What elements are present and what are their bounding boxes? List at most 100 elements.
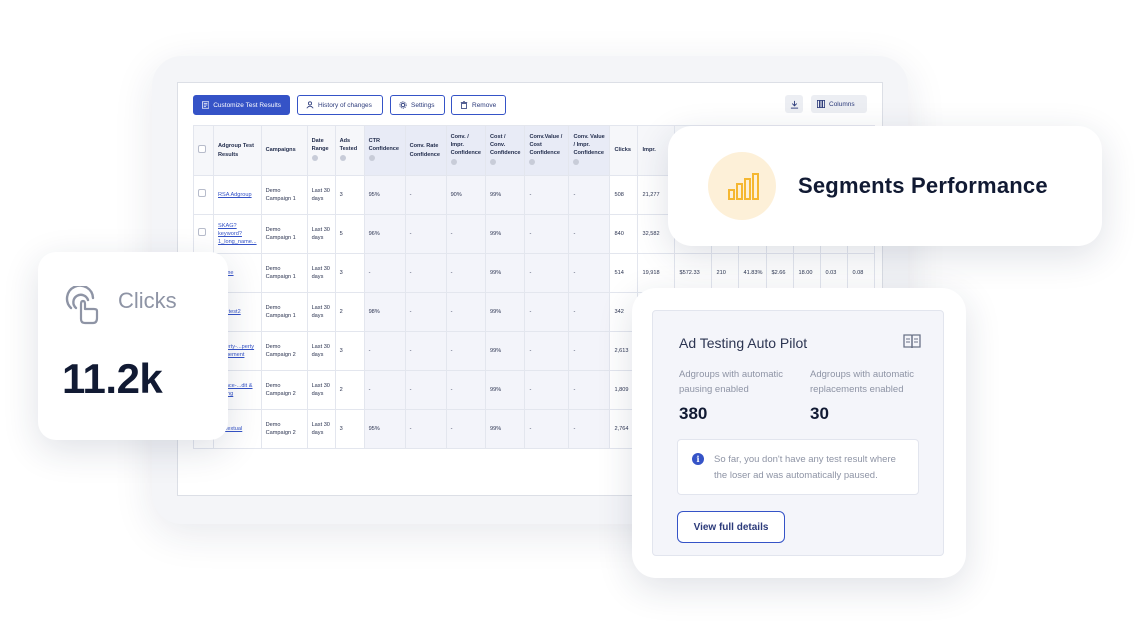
segments-performance-card[interactable]: Segments Performance bbox=[668, 126, 1102, 246]
col-conv-rate-confidence[interactable]: Conv. Rate Confidence bbox=[404, 125, 447, 176]
info-icon bbox=[368, 155, 375, 162]
cell-range: Last 30 days bbox=[306, 214, 336, 254]
cell-extra: 0.08 bbox=[847, 253, 876, 293]
cell-cc: 99% bbox=[485, 175, 526, 215]
cell-range: Last 30 days bbox=[306, 409, 336, 449]
cell-cvi: - bbox=[568, 175, 611, 215]
cell-campaign: Demo Campaign 1 bbox=[260, 292, 308, 332]
segments-title: Segments Performance bbox=[798, 173, 1048, 198]
cell-clicks: 508 bbox=[609, 175, 639, 215]
col-cost-conv-confidence[interactable]: Cost / Conv. Confidence bbox=[485, 125, 526, 176]
col-ads-tested[interactable]: Ads Tested bbox=[334, 125, 365, 176]
remove-label: Remove bbox=[472, 101, 497, 109]
cell-range: Last 30 days bbox=[306, 331, 336, 371]
clicks-value: 11.2k bbox=[62, 355, 163, 402]
view-full-details-button[interactable]: View full details bbox=[677, 511, 785, 543]
cell-ads: 3 bbox=[334, 253, 365, 293]
row-checkbox[interactable] bbox=[193, 175, 214, 215]
cell-ci: - bbox=[445, 292, 487, 332]
table-row[interactable]: ...emeDemo Campaign 1Last 30 days3---99%… bbox=[193, 253, 876, 293]
select-all-checkbox[interactable] bbox=[193, 125, 214, 176]
pausing-value: 380 bbox=[679, 404, 708, 423]
click-pointer-icon bbox=[65, 286, 99, 325]
settings-button[interactable]: Settings bbox=[390, 95, 445, 115]
cell-cc: 99% bbox=[485, 214, 526, 254]
col-clicks[interactable]: Clicks bbox=[609, 125, 639, 176]
cell-range: Last 30 days bbox=[306, 370, 336, 410]
cell-campaign: Demo Campaign 1 bbox=[260, 175, 308, 215]
col-adgroup[interactable]: Adgroup Test Results bbox=[213, 125, 262, 176]
col-ctr-confidence[interactable]: CTR Confidence bbox=[363, 125, 406, 176]
cell-cvc: - bbox=[524, 292, 570, 332]
cell-ads: 2 bbox=[334, 292, 365, 332]
cell-cvc: - bbox=[524, 214, 570, 254]
customize-test-results-button[interactable]: Customize Test Results bbox=[193, 95, 290, 115]
history-icon bbox=[306, 101, 314, 109]
adgroup-link[interactable]: SKAG? keyword?1_long_name... bbox=[213, 214, 262, 254]
cell-extra: $2.66 bbox=[766, 253, 795, 293]
cell-cr: - bbox=[404, 409, 447, 449]
columns-label: Columns bbox=[829, 100, 855, 108]
toolbar: Customize Test Results History of change… bbox=[193, 95, 867, 115]
cell-campaign: Demo Campaign 1 bbox=[260, 214, 308, 254]
cell-cr: - bbox=[404, 370, 447, 410]
col-conv-value-cost-confidence[interactable]: Conv.Value / Cost Confidence bbox=[524, 125, 570, 176]
cell-extra: 18.00 bbox=[793, 253, 822, 293]
cell-cvi: - bbox=[568, 292, 611, 332]
cell-ctr: 98% bbox=[363, 292, 406, 332]
download-icon bbox=[790, 100, 798, 109]
notice-text: So far, you don't have any test result w… bbox=[714, 454, 896, 481]
cell-cvi: - bbox=[568, 331, 611, 371]
gear-icon bbox=[399, 101, 407, 109]
info-icon: i bbox=[692, 453, 704, 465]
cell-ctr: - bbox=[363, 331, 406, 371]
cell-campaign: Demo Campaign 2 bbox=[260, 409, 308, 449]
row-checkbox[interactable] bbox=[193, 214, 214, 254]
cell-ctr: 96% bbox=[363, 214, 406, 254]
col-conv-impr-confidence[interactable]: Conv. / Impr. Confidence bbox=[445, 125, 487, 176]
cell-cr: - bbox=[404, 331, 447, 371]
cell-ads: 3 bbox=[334, 175, 365, 215]
cell-campaign: Demo Campaign 1 bbox=[260, 253, 308, 293]
download-button[interactable] bbox=[785, 95, 803, 113]
cell-ads: 2 bbox=[334, 370, 365, 410]
col-conv-value-impr-confidence[interactable]: Conv. Value / Impr. Confidence bbox=[568, 125, 611, 176]
book-icon[interactable] bbox=[903, 333, 921, 349]
customize-label: Customize Test Results bbox=[213, 101, 281, 109]
cell-ctr: - bbox=[363, 253, 406, 293]
col-date-range[interactable]: Date Range bbox=[306, 125, 336, 176]
cell-range: Last 30 days bbox=[306, 253, 336, 293]
col-campaigns[interactable]: Campaigns bbox=[260, 125, 308, 176]
cell-cvi: - bbox=[568, 253, 611, 293]
cell-cr: - bbox=[404, 253, 447, 293]
cell-cvc: - bbox=[524, 370, 570, 410]
cell-ctr: 95% bbox=[363, 175, 406, 215]
info-icon bbox=[573, 159, 580, 166]
cell-cc: 99% bbox=[485, 253, 526, 293]
cell-range: Last 30 days bbox=[306, 175, 336, 215]
autopilot-card: Ad Testing Auto Pilot Adgroups with auto… bbox=[632, 288, 966, 578]
adgroup-link[interactable]: RSA Adgroup bbox=[213, 175, 262, 215]
remove-button[interactable]: Remove bbox=[451, 95, 506, 115]
cell-ci: - bbox=[445, 214, 487, 254]
cell-cvc: - bbox=[524, 409, 570, 449]
cell-ci: - bbox=[445, 331, 487, 371]
cell-ci: - bbox=[445, 253, 487, 293]
cell-ads: 3 bbox=[334, 409, 365, 449]
cell-cr: - bbox=[404, 214, 447, 254]
columns-button[interactable]: Columns bbox=[811, 95, 867, 113]
cell-impr: 19,918 bbox=[637, 253, 676, 293]
settings-label: Settings bbox=[411, 101, 435, 109]
info-notice: i So far, you don't have any test result… bbox=[677, 439, 919, 495]
cell-clicks: 840 bbox=[609, 214, 639, 254]
cell-ci: 90% bbox=[445, 175, 487, 215]
cell-cvi: - bbox=[568, 370, 611, 410]
cell-campaign: Demo Campaign 2 bbox=[260, 331, 308, 371]
bar-chart-icon bbox=[708, 152, 776, 220]
history-of-changes-button[interactable]: History of changes bbox=[297, 95, 383, 115]
cell-cvc: - bbox=[524, 253, 570, 293]
info-icon bbox=[311, 155, 318, 162]
cell-campaign: Demo Campaign 2 bbox=[260, 370, 308, 410]
cell-ads: 3 bbox=[334, 331, 365, 371]
cell-cc: 99% bbox=[485, 409, 526, 449]
